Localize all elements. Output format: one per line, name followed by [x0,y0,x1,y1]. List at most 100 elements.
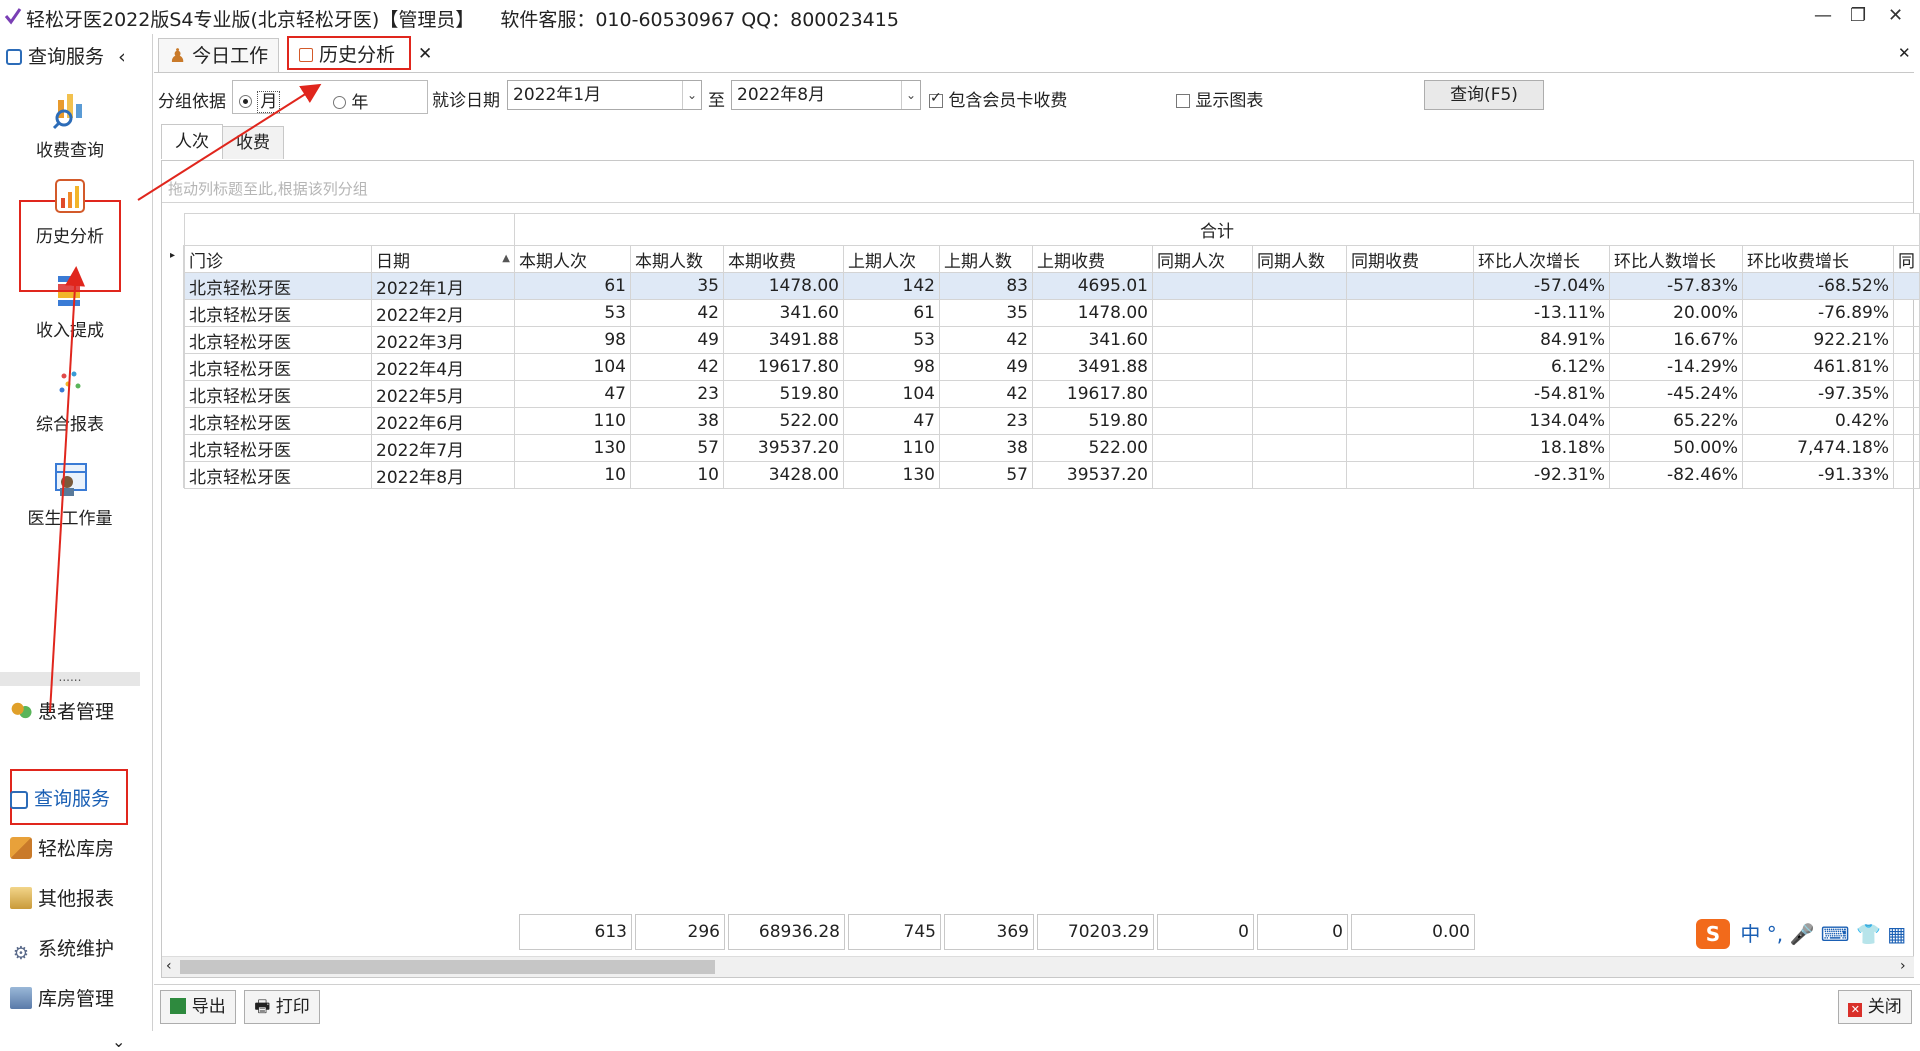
chevron-down-icon[interactable]: ⌄ [112,1032,125,1051]
nav-item-system-maintenance[interactable]: ⚙ 系统维护 [10,934,114,965]
nav-item-query-service[interactable]: 查询服务 [10,784,110,811]
table-cell: 北京轻松牙医 [184,353,372,381]
show-chart-checkbox[interactable]: 显示图表 [1176,86,1263,111]
skin-icon[interactable]: 👕 [1856,922,1881,946]
close-window-button[interactable]: ✕ [1888,5,1903,26]
column-header[interactable]: 同 [1893,245,1920,273]
table-cell: 110 [514,407,631,435]
checkbox-box[interactable] [1176,94,1190,108]
chevron-down-icon[interactable]: ⌄ [901,81,920,109]
nav-item-easy-warehouse[interactable]: 轻松库房 [10,834,114,861]
column-header[interactable]: 上期人次 [843,245,940,273]
sidebar-item-label: 综合报表 [36,415,104,435]
table-row[interactable]: 北京轻松牙医 2022年6月 110 38 522.00 47 23 519.80 134.04… [184,407,1920,435]
table-cell: 49 [630,326,724,354]
table-row[interactable]: 北京轻松牙医 2022年1月 61 35 1478.00 142 83 4695.01 -57.… [184,272,1920,300]
column-header[interactable]: 环比人次增长 [1473,245,1610,273]
close-all-tabs-icon[interactable]: ✕ [1898,44,1911,62]
radio-year-dot[interactable] [333,96,346,109]
tab-today-work[interactable]: ♟ 今日工作 [158,38,280,72]
column-header[interactable]: 门诊 [184,245,372,273]
table-row[interactable]: 北京轻松牙医 2022年7月 130 57 39537.20 110 38 522.00 18.… [184,434,1920,462]
total-cell: 745 [848,914,941,950]
ime-lang-indicator[interactable]: 中 [1740,922,1760,946]
grid-menu-icon[interactable]: ▦ [1887,922,1906,946]
print-button[interactable]: 🖶 打印 [244,990,320,1024]
table-cell: 18.18% [1473,434,1610,462]
table-cell [1152,434,1253,462]
checkbox-box[interactable] [929,90,943,108]
table-cell [1252,434,1347,462]
column-header[interactable]: 同期收费 [1346,245,1474,273]
sidebar-item-fee-query[interactable]: 收费查询 [0,90,140,161]
bar-chart-icon [55,179,85,213]
warehouse-icon [10,837,32,859]
column-header[interactable]: 本期人次 [514,245,631,273]
table-cell: 98 [514,326,631,354]
group-by-radio-group: 月 年 [232,80,428,114]
table-row[interactable]: 北京轻松牙医 2022年4月 104 42 19617.80 98 49 3491.88 6.1… [184,353,1920,381]
scroll-right-icon[interactable]: › [1900,958,1906,974]
table-row[interactable]: 北京轻松牙医 2022年8月 10 10 3428.00 130 57 39537.20 -92… [184,461,1920,489]
sidebar-item-combined-report[interactable]: 综合报表 [0,364,140,435]
table-cell: 0.42% [1742,407,1894,435]
radio-month[interactable]: 月 [239,87,281,113]
ime-toolbar[interactable]: S 中 °, 🎤 ⌨ 👕 ▦ [1696,918,1906,952]
horizontal-scrollbar[interactable]: ‹ › [162,956,1914,977]
date-from-select[interactable]: 2022年1月 ⌄ [507,80,702,110]
keyboard-icon[interactable]: ⌨ [1821,922,1850,946]
table-cell [1893,434,1920,462]
scroll-thumb[interactable] [180,960,715,974]
table-row[interactable]: 北京轻松牙医 2022年3月 98 49 3491.88 53 42 341.60 84.91%… [184,326,1920,354]
punct-icon[interactable]: °, [1767,922,1783,946]
sidebar-separator[interactable]: ...... [0,671,140,686]
export-button[interactable]: 导出 [160,990,236,1024]
sidebar-item-income-commission[interactable]: 收入提成 [0,270,140,341]
mic-icon[interactable]: 🎤 [1789,922,1814,946]
table-cell [1252,380,1347,408]
table-cell: 北京轻松牙医 [184,326,372,354]
include-member-card-checkbox[interactable]: 包含会员卡收费 [929,86,1067,111]
footer-divider [154,984,1920,985]
table-row[interactable]: 北京轻松牙医 2022年2月 53 42 341.60 61 35 1478.00 -13.11… [184,299,1920,327]
nav-item-patients[interactable]: 患者管理 [10,697,114,724]
column-header[interactable]: 同期人数 [1252,245,1347,273]
sidebar-item-history-analysis[interactable]: 历史分析 [0,176,140,247]
subtab-fees[interactable]: 收费 [222,126,284,159]
close-tab-icon[interactable]: ✕ [418,44,432,64]
column-header[interactable]: 环比收费增长 [1742,245,1894,273]
column-header[interactable]: 环比人数增长 [1609,245,1743,273]
radio-month-dot[interactable] [239,95,252,108]
query-button[interactable]: 查询(F5) [1424,80,1544,110]
table-cell: -76.89% [1742,299,1894,327]
close-button[interactable]: ✕ 关闭 [1838,990,1912,1024]
nav-item-other-reports[interactable]: 其他报表 [10,884,114,911]
table-cell: 53 [514,299,631,327]
column-header[interactable]: 本期人数 [630,245,724,273]
sogou-logo-icon: S [1696,919,1730,949]
chevron-down-icon[interactable]: ⌄ [682,81,701,109]
column-header[interactable]: 本期收费 [723,245,844,273]
table-cell [1252,461,1347,489]
column-header[interactable]: 上期收费 [1032,245,1153,273]
tab-history-analysis[interactable]: 历史分析 [287,36,411,70]
column-header[interactable]: 日期 ▲ [371,245,515,273]
chart-search-icon [52,94,82,130]
collapse-chevron-icon[interactable]: ‹ [118,46,126,68]
total-cell: 613 [519,914,632,950]
table-cell [1152,299,1253,327]
sidebar-item-doctor-workload[interactable]: 医生工作量 [0,458,140,529]
scroll-left-icon[interactable]: ‹ [166,958,172,974]
subtab-visits[interactable]: 人次 [161,124,223,159]
table-cell: 2022年4月 [371,353,515,381]
report-icon [10,887,32,909]
nav-item-inventory[interactable]: 库房管理 [10,984,114,1011]
radio-year[interactable]: 年 [333,88,368,113]
column-header[interactable]: 上期人数 [939,245,1033,273]
table-row[interactable]: 北京轻松牙医 2022年5月 47 23 519.80 104 42 19617.80 -54.… [184,380,1920,408]
date-to-select[interactable]: 2022年8月 ⌄ [731,80,921,110]
column-header[interactable]: 同期人次 [1152,245,1253,273]
minimize-button[interactable]: — [1814,5,1832,26]
restore-button[interactable]: ❐ [1850,5,1866,26]
table-cell: -13.11% [1473,299,1610,327]
